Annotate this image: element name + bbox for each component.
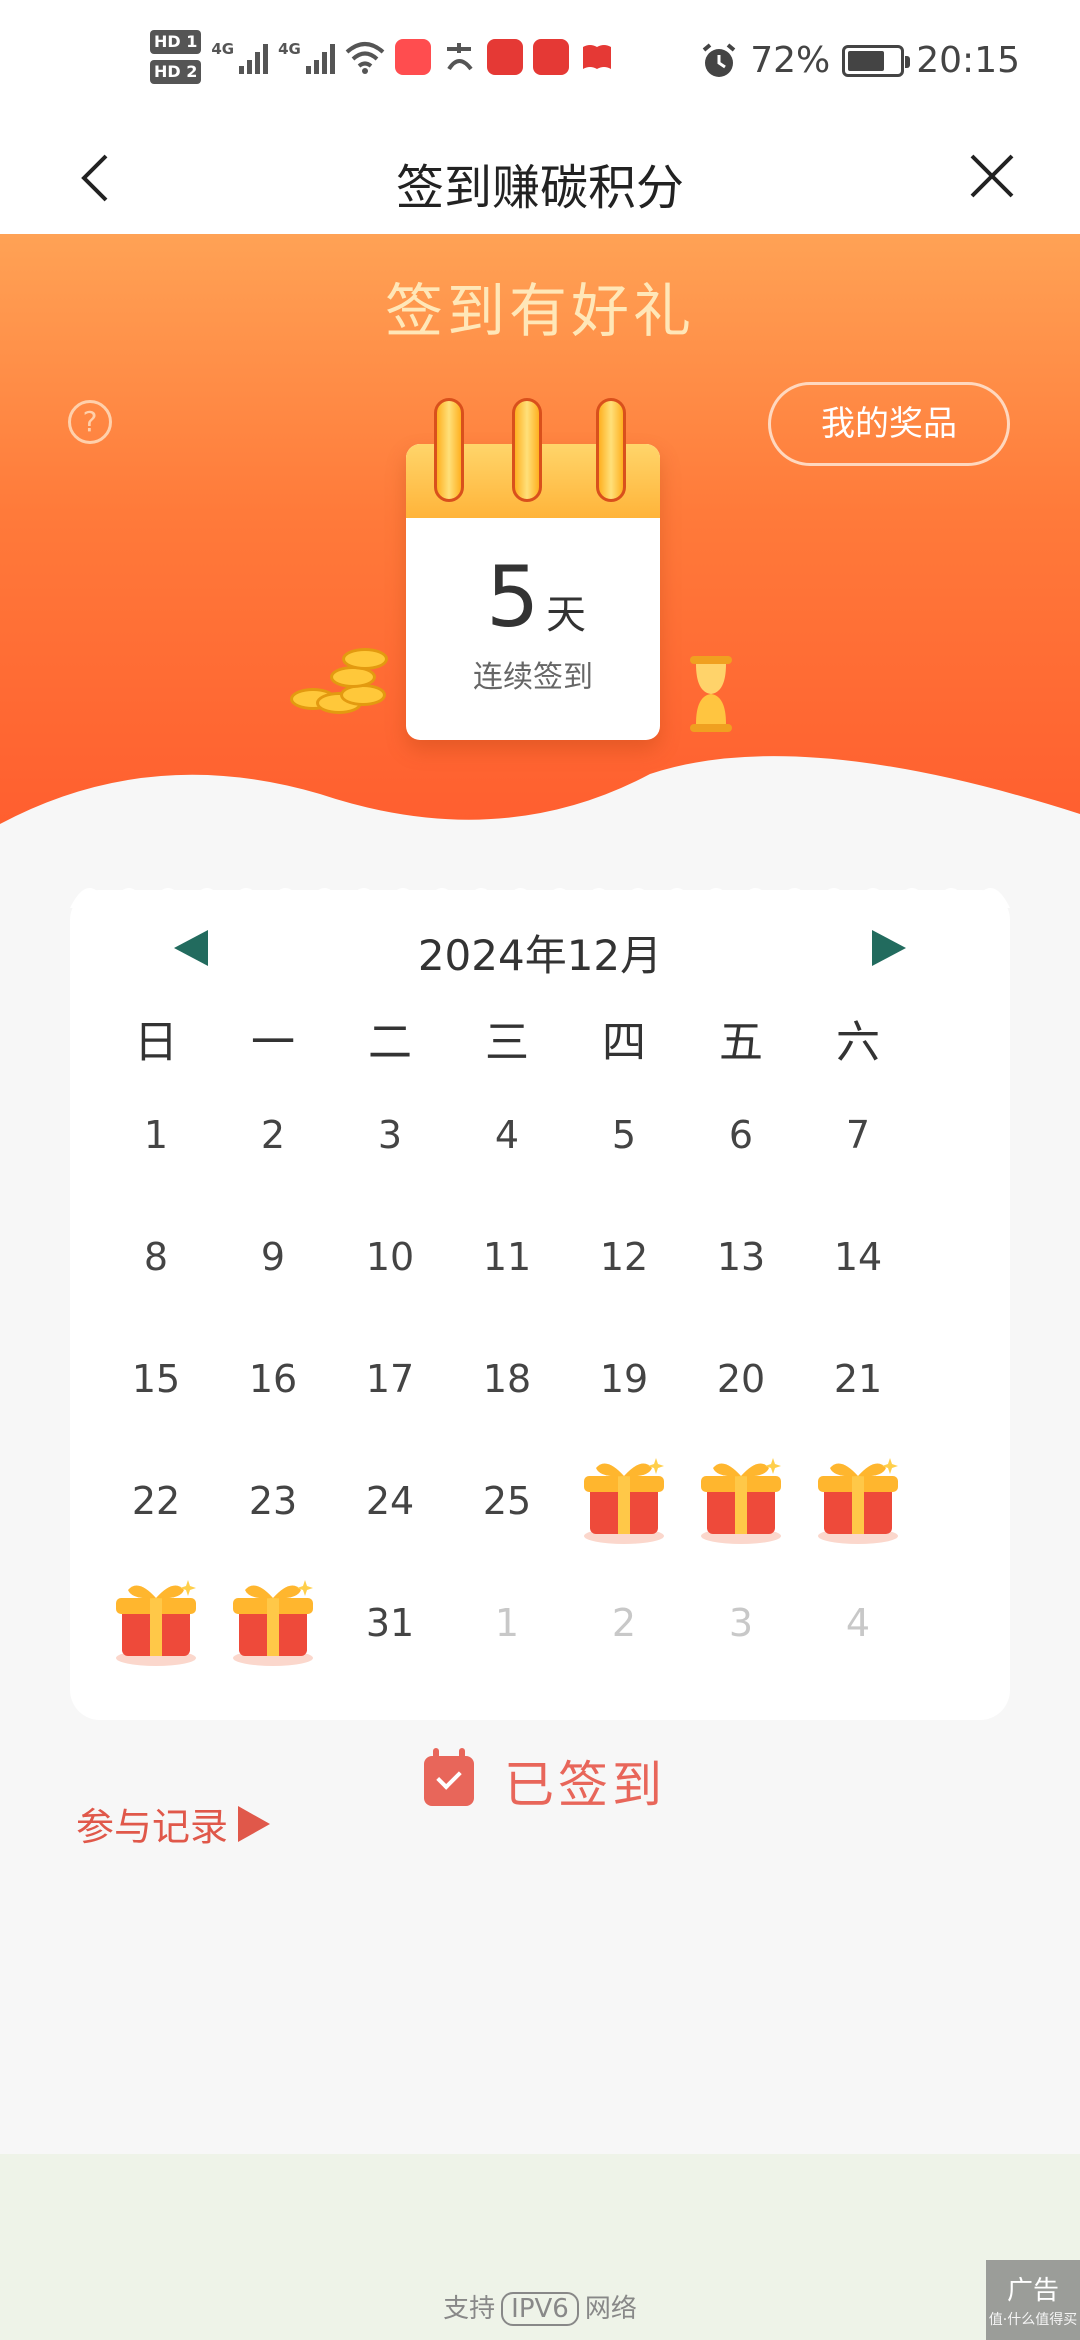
gift-box-icon[interactable] [810,1450,906,1546]
next-month-icon[interactable] [872,930,906,966]
ad-badge[interactable]: 广告 值·什么值得买 [986,2260,1080,2340]
streak-label: 连续签到 [473,660,593,695]
hourglass-icon [690,656,732,732]
status-left-icons: HD 1 HD 2 4G 4G [150,30,615,84]
weekday-label: 四 [602,1017,646,1068]
status-bar: HD 1 HD 2 4G 4G 72% 20:15 [0,0,1080,124]
wifi-icon [345,42,385,74]
battery-percent: 72% [750,40,831,81]
calendar-day[interactable]: 15 [106,1334,206,1424]
calendar-day-next-month[interactable]: 1 [457,1578,557,1668]
calendar-day[interactable]: 18 [457,1334,557,1424]
footer: 支持 IPV6 网络 广告 值·什么值得买 [0,2154,1080,2340]
calendar-day[interactable]: 12 [574,1212,674,1302]
calendar-day[interactable]: 17 [340,1334,440,1424]
calendar-day[interactable]: 3 [340,1090,440,1180]
calendar-day-next-month[interactable]: 2 [574,1578,674,1668]
participation-record-link[interactable]: 参与记录 [76,1796,271,1851]
calendar-day[interactable]: 16 [223,1334,323,1424]
calendar-ring-icon [512,398,542,502]
shopping-app-icon [394,39,431,75]
calendar-day[interactable]: 7 [808,1090,908,1180]
calendar-day[interactable]: 13 [691,1212,791,1302]
page-title: 签到赚碳积分 [395,160,684,216]
signal-1-icon: 4G [211,40,269,74]
signed-in-button[interactable]: 已签到 [424,1746,666,1816]
calendar-day-next-month[interactable]: 3 [691,1578,791,1668]
close-icon[interactable] [962,146,1022,206]
clock: 20:15 [916,40,1020,81]
calendar-day[interactable]: 4 [457,1090,557,1180]
nav-bar: 签到赚碳积分 [0,124,1080,234]
calendar-day[interactable]: 2 [223,1090,323,1180]
calendar-day[interactable]: 6 [691,1090,791,1180]
weekday-label: 日 [134,1017,178,1068]
calendar-day[interactable]: 11 [457,1212,557,1302]
hero-title: 签到有好礼 [384,277,695,345]
gift-box-icon[interactable] [693,1450,789,1546]
ipv6-badge: IPV6 [501,2292,579,2326]
calendar-day[interactable]: 25 [457,1456,557,1546]
calendar-day[interactable]: 19 [574,1334,674,1424]
alarm-icon [702,42,736,77]
calendar-day-next-month[interactable]: 4 [808,1578,908,1668]
gift-box-icon[interactable] [225,1572,321,1668]
gift-box-icon[interactable] [576,1450,672,1546]
calendar-day[interactable]: 24 [340,1456,440,1546]
weekday-label: 二 [368,1017,412,1068]
battery-icon [842,44,911,77]
calendar-day[interactable]: 10 [340,1212,440,1302]
calendar-day[interactable]: 20 [691,1334,791,1424]
calendar-ring-icon [596,398,626,502]
calendar-day[interactable]: 23 [223,1456,323,1546]
calendar-day[interactable]: 9 [223,1212,323,1302]
weekday-header: 日一二三四五六 [70,1006,1010,1068]
weekday-label: 三 [485,1017,529,1068]
status-right-icons: 72% 20:15 [700,40,1020,81]
calendar: 2024年12月 日一二三四五六 1 2 3 4 5 6 7 8 9 10 11 12 13 14 15 16… [70,890,1010,1720]
calendar-ring-icon [434,398,464,502]
calendar-day[interactable]: 14 [808,1212,908,1302]
red-envelope-app-icon [486,39,523,75]
red-envelope-app-2-icon [532,39,569,75]
ipv6-support: 支持 IPV6 网络 [443,2292,637,2326]
hd1-badge: HD 1 [150,30,202,54]
streak-unit: 天 [546,592,586,638]
weekday-label: 一 [251,1017,295,1068]
calendar-check-icon [424,1748,474,1806]
play-arrow-icon [238,1805,271,1842]
hd2-badge: HD 2 [150,60,202,84]
month-label: 2024年12月 [417,931,663,980]
hd-indicators: HD 1 HD 2 [150,30,202,84]
hero-wave-divider [0,756,1080,884]
calendar-day[interactable]: 22 [106,1456,206,1546]
calendar-day[interactable]: 8 [106,1212,206,1302]
calendar-day[interactable]: 31 [340,1578,440,1668]
calendar-day[interactable]: 5 [574,1090,674,1180]
participation-record-label: 参与记录 [76,1805,229,1849]
month-header: 2024年12月 [70,916,1010,986]
alipay-icon [446,43,473,71]
weekday-label: 五 [719,1017,763,1068]
streak-number: 5 [486,548,540,646]
calendar-day[interactable]: 21 [808,1334,908,1424]
ad-watermark: 值·什么值得买 [988,2312,1078,2328]
gift-box-icon[interactable] [108,1572,204,1668]
weekday-label: 六 [836,1017,880,1068]
signed-in-label: 已签到 [504,1756,666,1814]
signal-2-icon: 4G [278,40,335,74]
help-button[interactable]: ? [68,400,112,444]
my-prizes-button[interactable]: 我的奖品 [768,382,1010,466]
calendar-day[interactable]: 1 [106,1090,206,1180]
book-app-icon [582,45,611,69]
